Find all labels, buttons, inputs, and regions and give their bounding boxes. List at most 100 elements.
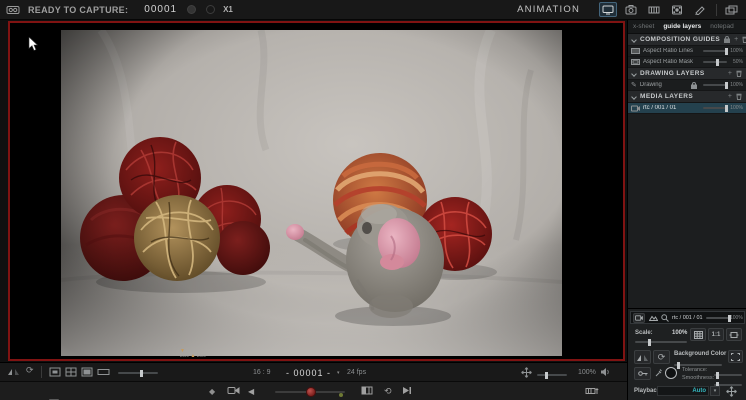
trash-icon[interactable] bbox=[736, 70, 742, 77]
timeline-toggle-icon[interactable] bbox=[585, 386, 599, 396]
single-view-button[interactable] bbox=[49, 367, 61, 377]
one-to-one-button[interactable]: 1:1 bbox=[708, 328, 724, 341]
frame-number-field[interactable]: - 00001 - bbox=[286, 368, 331, 378]
test-shot-indicator-icon[interactable] bbox=[206, 5, 216, 14]
drawing-layer-row[interactable]: ✎ Drawing 100% bbox=[628, 80, 746, 91]
magnifier-icon[interactable] bbox=[661, 313, 669, 322]
scale-label: Scale: bbox=[635, 330, 653, 336]
flip-layer-button[interactable] bbox=[634, 350, 651, 364]
opacity-slider[interactable] bbox=[703, 105, 729, 112]
grid-view-button[interactable] bbox=[65, 367, 77, 377]
fit-view-button[interactable] bbox=[726, 328, 742, 341]
exposure-multiplier[interactable]: X1 bbox=[223, 5, 233, 14]
step-forward-icon[interactable] bbox=[402, 386, 412, 395]
sidebar: x-sheet guide layers notepad COMPOSITION… bbox=[627, 20, 746, 400]
media-layer-toolbar: rtc / 001 / 01 100% bbox=[630, 311, 745, 324]
live-marker-up-icon: ▲ bbox=[190, 353, 196, 359]
filmstrip-icon[interactable] bbox=[361, 386, 373, 395]
trash-icon[interactable] bbox=[736, 93, 742, 100]
shuttle-knob[interactable] bbox=[306, 387, 316, 397]
lock-icon[interactable] bbox=[691, 81, 697, 89]
add-layer-icon[interactable]: + bbox=[728, 93, 732, 100]
tolerance-slider[interactable] bbox=[714, 372, 742, 379]
matte-frame-button[interactable] bbox=[728, 350, 743, 363]
drawing-layers-title: DRAWING LAYERS bbox=[640, 70, 705, 77]
guide-row-aspect-mask[interactable]: Aspect Ratio Mask 50% bbox=[628, 57, 746, 68]
playback-caret-icon[interactable]: ▾ bbox=[710, 386, 720, 396]
key-color-swatch[interactable] bbox=[665, 367, 677, 379]
tolerance-label: Tolerance: bbox=[682, 367, 708, 373]
exposure-check-workspace-button[interactable] bbox=[668, 2, 686, 17]
overlay-view-button[interactable] bbox=[81, 367, 93, 377]
layer-label: rtc / 001 / 01 bbox=[643, 105, 677, 111]
tab-x-sheet[interactable]: x-sheet bbox=[633, 23, 654, 30]
rotate-layer-button[interactable]: ⟳ bbox=[653, 350, 670, 364]
background-color-slider[interactable] bbox=[674, 362, 722, 369]
scale-value: 100% bbox=[672, 330, 688, 336]
guide-label: Aspect Ratio Lines bbox=[643, 48, 694, 54]
active-layer-name: rtc / 001 / 01 bbox=[672, 314, 703, 321]
xsheet-workspace-button[interactable] bbox=[645, 2, 663, 17]
playback-row: Auto ▾ bbox=[628, 386, 746, 398]
speaker-icon[interactable] bbox=[600, 367, 610, 377]
eyedropper-icon[interactable] bbox=[655, 368, 663, 377]
add-layer-icon[interactable]: + bbox=[728, 70, 732, 77]
levels-button[interactable] bbox=[647, 313, 659, 323]
loop-icon[interactable]: ⟲ bbox=[384, 386, 392, 396]
guide-layers-workspace-button[interactable] bbox=[691, 2, 709, 17]
aspect-lines-icon bbox=[631, 48, 640, 54]
tab-notepad[interactable]: notepad bbox=[710, 23, 734, 30]
widescreen-view-button[interactable] bbox=[97, 367, 110, 377]
timeline-workspace-button[interactable] bbox=[722, 2, 740, 17]
chevron-down-icon[interactable] bbox=[631, 36, 637, 43]
tab-guide-layers[interactable]: guide layers bbox=[663, 23, 701, 30]
trash-icon[interactable] bbox=[742, 36, 746, 43]
cinematography-workspace-button[interactable] bbox=[622, 2, 640, 17]
chevron-down-icon[interactable] bbox=[631, 93, 637, 100]
black-frame-toggle-icon[interactable]: ◆ bbox=[209, 387, 215, 397]
opacity-slider[interactable] bbox=[703, 59, 727, 66]
play-reverse-icon[interactable]: ◀ bbox=[248, 387, 254, 397]
workspace-title: ANIMATION bbox=[517, 4, 580, 15]
layer-opacity-slider[interactable] bbox=[705, 314, 731, 322]
media-source-button[interactable] bbox=[633, 312, 645, 323]
playback-mode-field[interactable]: Auto bbox=[657, 386, 709, 396]
zoom-slider[interactable] bbox=[537, 372, 567, 379]
live-label-right: Live bbox=[196, 353, 207, 359]
animation-workspace-button[interactable] bbox=[599, 2, 617, 17]
transport-bar: Canon EOS RP ◆ ◀ ⟲ bbox=[0, 381, 627, 400]
scale-slider[interactable] bbox=[635, 339, 687, 346]
capture-viewport[interactable]: ▼ Live Live ▲ Live bbox=[8, 21, 625, 361]
guide-row-aspect-lines[interactable]: Aspect Ratio Lines 100% bbox=[628, 46, 746, 57]
live-position-marker[interactable]: ▼ Live Live ▲ Live bbox=[158, 349, 228, 359]
flip-horizontal-icon[interactable] bbox=[8, 367, 19, 376]
chevron-down-icon[interactable] bbox=[631, 70, 637, 77]
add-guide-icon[interactable]: + bbox=[734, 36, 738, 43]
capture-review-icon[interactable] bbox=[227, 386, 240, 395]
live-label-left: Live bbox=[179, 353, 190, 359]
frame-counter: 00001 bbox=[144, 4, 178, 15]
onion-skin-slider[interactable] bbox=[118, 370, 158, 377]
layer-label: Drawing bbox=[639, 82, 662, 88]
drawing-layers-header[interactable]: DRAWING LAYERS + bbox=[628, 68, 746, 80]
grid-snap-button[interactable] bbox=[690, 328, 706, 341]
chroma-key-button[interactable] bbox=[634, 367, 651, 380]
view-toolbar: ⟳ 16 : 9 - 00001 - ▾ 24 fps 100% bbox=[0, 362, 627, 381]
media-layer-row[interactable]: rtc / 001 / 01 100% bbox=[628, 103, 746, 114]
lock-icon[interactable] bbox=[724, 36, 731, 43]
ready-to-capture-label: READY TO CAPTURE: bbox=[28, 4, 129, 15]
toolbar-divider bbox=[41, 366, 42, 378]
opacity-slider[interactable] bbox=[703, 82, 729, 89]
rotate-view-icon[interactable]: ⟳ bbox=[26, 365, 34, 376]
opacity-slider[interactable] bbox=[703, 48, 729, 55]
pencil-icon: ✎ bbox=[631, 82, 637, 89]
capture-indicator-icon[interactable] bbox=[187, 5, 197, 14]
frame-field-caret-icon[interactable]: ▾ bbox=[337, 370, 340, 376]
composition-guides-header[interactable]: COMPOSITION GUIDES + bbox=[628, 34, 746, 46]
pan-view-icon[interactable] bbox=[521, 367, 532, 378]
shuttle-slider[interactable] bbox=[275, 387, 345, 397]
media-layers-header[interactable]: MEDIA LAYERS + bbox=[628, 91, 746, 103]
capture-test-icon[interactable] bbox=[6, 5, 20, 15]
toolbar-divider bbox=[716, 3, 717, 16]
move-layer-icon[interactable] bbox=[726, 386, 737, 397]
